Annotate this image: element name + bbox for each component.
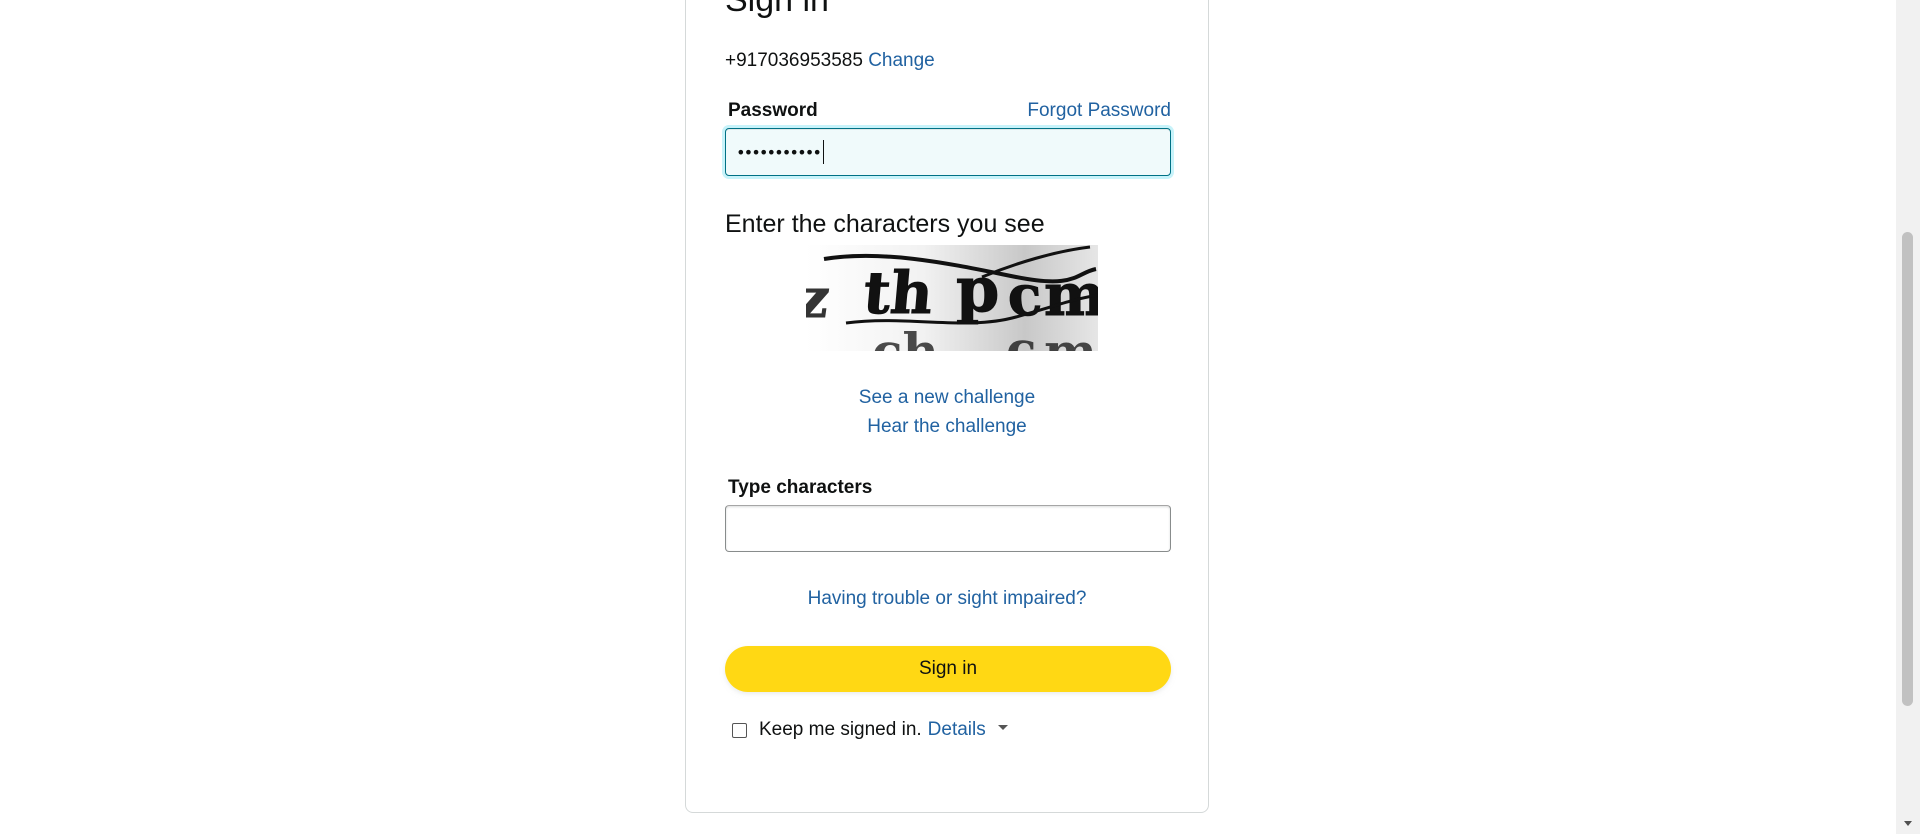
change-account-link[interactable]: Change — [868, 50, 935, 71]
captcha-heading: Enter the characters you see — [725, 210, 1045, 238]
account-row: +917036953585 Change — [725, 49, 935, 73]
svg-text:m: m — [1044, 322, 1097, 351]
password-label: Password — [728, 100, 818, 121]
sign-in-button[interactable]: Sign in — [725, 646, 1171, 692]
keep-signed-in-checkbox[interactable] — [732, 722, 747, 738]
page-title: Sign in — [725, 0, 829, 19]
hear-challenge-link[interactable]: Hear the challenge — [685, 415, 1209, 439]
keep-signed-in-row: Keep me signed in. Details — [732, 718, 1008, 742]
svg-text:ch: ch — [872, 322, 939, 351]
scroll-down-arrow-icon[interactable] — [1904, 821, 1912, 826]
svg-text:p: p — [956, 253, 999, 326]
svg-text:th: th — [861, 258, 936, 327]
svg-text:z: z — [806, 266, 834, 330]
captcha-image: z th p c m ch c m — [806, 245, 1098, 351]
scrollbar-thumb[interactable] — [1902, 232, 1913, 706]
type-characters-label: Type characters — [728, 477, 873, 498]
vertical-scrollbar[interactable] — [1896, 0, 1920, 834]
details-link[interactable]: Details — [928, 719, 986, 741]
page: Sign in +917036953585 Change Password Fo… — [0, 0, 1920, 834]
caret-down-icon[interactable] — [997, 724, 1008, 730]
svg-text:c: c — [1006, 320, 1036, 351]
password-value: ••••••••••• — [736, 142, 822, 162]
new-challenge-link[interactable]: See a new challenge — [685, 386, 1209, 410]
sight-impaired-link[interactable]: Having trouble or sight impaired? — [685, 587, 1209, 611]
account-phone: +917036953585 — [725, 50, 863, 71]
password-field[interactable]: ••••••••••• — [725, 128, 1171, 176]
forgot-password-link[interactable]: Forgot Password — [1027, 99, 1171, 123]
keep-signed-in-label[interactable]: Keep me signed in. — [759, 719, 922, 741]
captcha-input[interactable] — [725, 505, 1171, 552]
text-caret — [822, 140, 824, 164]
captcha-distorted-text: z th p c m ch c m — [806, 245, 1098, 351]
